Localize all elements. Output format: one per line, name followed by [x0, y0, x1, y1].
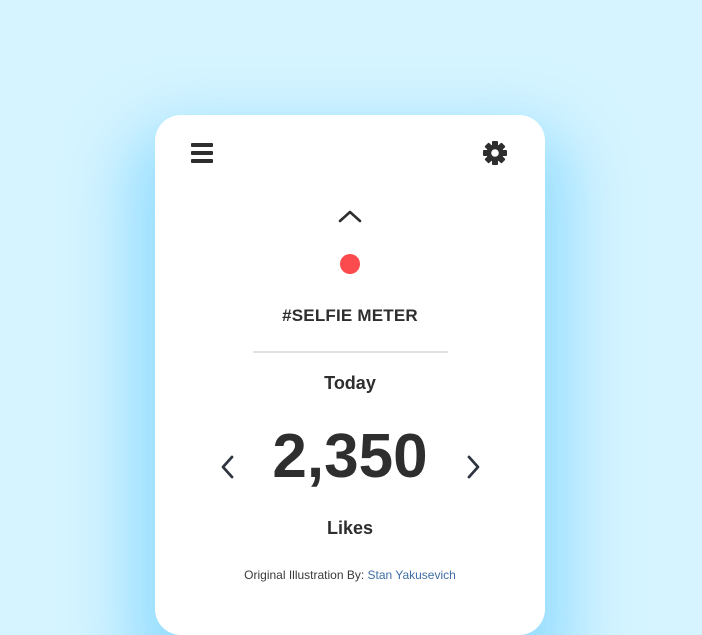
- divider: [253, 351, 448, 353]
- chevron-right-icon[interactable]: [464, 453, 482, 481]
- illustration-credit: Original Illustration By: Stan Yakusevic…: [155, 568, 545, 582]
- meter-title: #SELFIE METER: [282, 306, 418, 325]
- status-indicator-dot: [340, 254, 360, 274]
- likes-count: 2,350: [272, 422, 428, 491]
- chevron-up-svg: [338, 210, 362, 223]
- chevron-right-svg: [467, 455, 480, 479]
- menu-bar: [191, 159, 213, 163]
- menu-bar: [191, 143, 213, 147]
- chevron-up-icon[interactable]: [337, 207, 363, 225]
- gear-icon[interactable]: [481, 139, 509, 167]
- unit-label: Likes: [326, 518, 374, 538]
- credit-prefix: Original Illustration By:: [244, 568, 368, 582]
- menu-bar: [191, 151, 213, 155]
- period-label: Today: [324, 373, 376, 393]
- gear-svg: [483, 141, 507, 165]
- hamburger-menu-icon[interactable]: [191, 141, 213, 165]
- selfie-meter-card: #SELFIE METER Today 2,350 Likes Original…: [155, 115, 545, 635]
- credit-author-link[interactable]: Stan Yakusevich: [368, 568, 456, 582]
